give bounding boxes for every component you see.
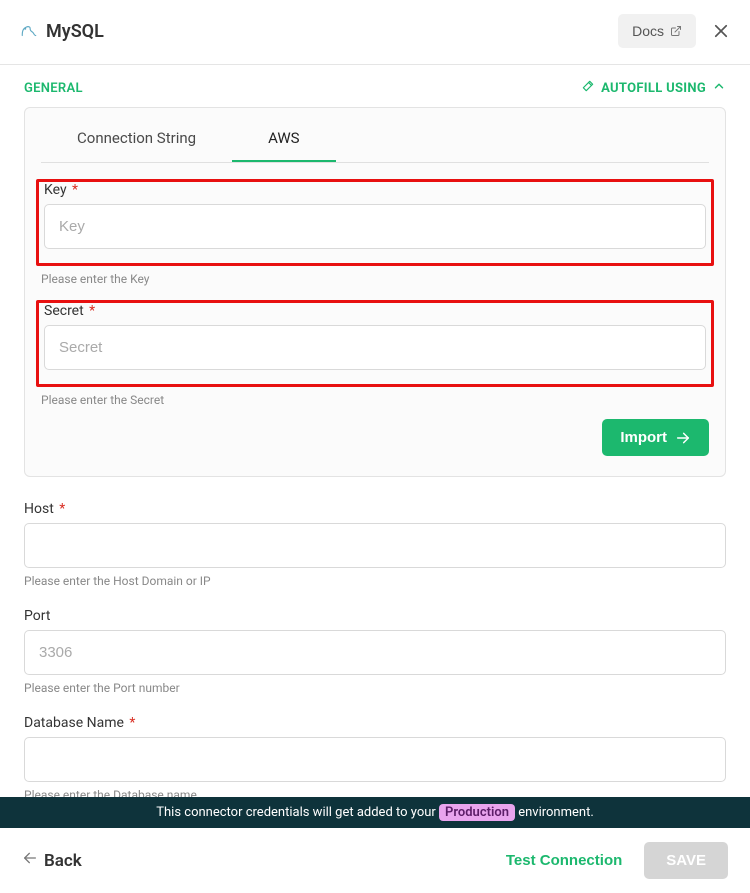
helper-key: Please enter the Key — [41, 272, 709, 286]
highlight-secret: Secret * — [36, 300, 714, 387]
autofill-panel: Connection String AWS Key * Please enter… — [24, 107, 726, 477]
autofill-label: AUTOFILL USING — [601, 81, 706, 96]
label-key: Key * — [44, 182, 706, 198]
helper-port: Please enter the Port number — [24, 681, 726, 695]
save-button[interactable]: SAVE — [644, 842, 728, 879]
docs-button[interactable]: Docs — [618, 14, 696, 48]
helper-host: Please enter the Host Domain or IP — [24, 574, 726, 588]
required-asterisk: * — [56, 501, 66, 517]
tab-aws[interactable]: AWS — [232, 116, 336, 162]
input-secret[interactable] — [44, 325, 706, 370]
back-label: Back — [44, 851, 82, 871]
external-link-icon — [670, 25, 682, 37]
footer: Back Test Connection SAVE — [0, 828, 750, 893]
notice-prefix: This connector credentials will get adde… — [156, 805, 439, 820]
environment-notice: This connector credentials will get adde… — [0, 797, 750, 828]
section-general-label: GENERAL — [24, 81, 83, 96]
input-key[interactable] — [44, 204, 706, 249]
field-host: Host * Please enter the Host Domain or I… — [24, 501, 726, 588]
input-database-name[interactable] — [24, 737, 726, 782]
wand-icon — [581, 79, 595, 97]
autofill-using-toggle[interactable]: AUTOFILL USING — [581, 79, 726, 97]
connector-title: MySQL — [20, 21, 104, 42]
page-title: MySQL — [46, 21, 104, 42]
tab-connection-string[interactable]: Connection String — [41, 116, 232, 162]
mysql-icon — [20, 22, 38, 40]
close-button[interactable] — [712, 22, 730, 40]
import-button[interactable]: Import — [602, 419, 709, 456]
input-host[interactable] — [24, 523, 726, 568]
required-asterisk: * — [126, 715, 136, 731]
arrow-right-icon — [675, 430, 691, 446]
field-key: Key * — [44, 182, 706, 249]
chevron-up-icon — [712, 79, 726, 97]
label-port: Port — [24, 608, 726, 624]
input-port[interactable] — [24, 630, 726, 675]
label-database-name: Database Name * — [24, 715, 726, 731]
field-port: Port Please enter the Port number — [24, 608, 726, 695]
highlight-key: Key * — [36, 179, 714, 266]
label-secret: Secret * — [44, 303, 706, 319]
content-area: Connection String AWS Key * Please enter… — [0, 107, 750, 797]
field-secret: Secret * — [44, 303, 706, 370]
helper-database-name: Please enter the Database name — [24, 788, 726, 797]
required-asterisk: * — [86, 303, 96, 319]
back-button[interactable]: Back — [22, 850, 82, 871]
modal-header: MySQL Docs — [0, 0, 750, 65]
import-label: Import — [620, 429, 667, 446]
autofill-tabs: Connection String AWS — [41, 116, 709, 163]
required-asterisk: * — [69, 182, 79, 198]
label-host: Host * — [24, 501, 726, 517]
test-connection-button[interactable]: Test Connection — [506, 852, 622, 869]
docs-label: Docs — [632, 23, 664, 39]
notice-suffix: environment. — [515, 805, 594, 820]
arrow-left-icon — [22, 850, 38, 871]
environment-badge: Production — [439, 804, 515, 821]
field-database-name: Database Name * Please enter the Databas… — [24, 715, 726, 797]
subheader: GENERAL AUTOFILL USING — [0, 65, 750, 107]
helper-secret: Please enter the Secret — [41, 393, 709, 407]
